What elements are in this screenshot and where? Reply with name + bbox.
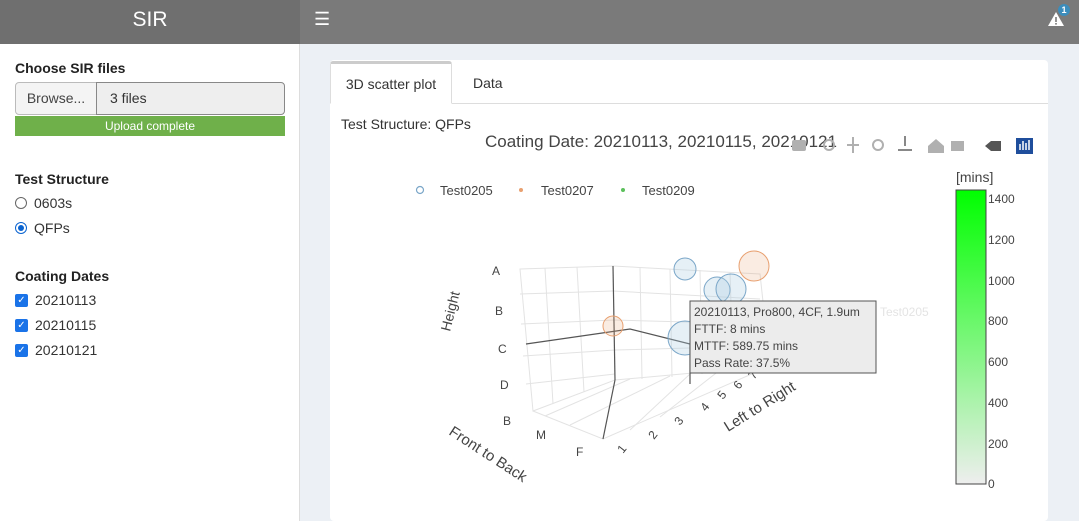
tab-data[interactable]: Data bbox=[473, 61, 503, 104]
checkbox-date-20210121[interactable]: ✓ 20210121 bbox=[15, 342, 97, 358]
colorbar-title: [mins] bbox=[956, 169, 993, 185]
pan-icon[interactable] bbox=[847, 137, 859, 153]
colorbar-tick: 400 bbox=[988, 396, 1008, 410]
radio-button[interactable] bbox=[15, 197, 27, 209]
legend: Test0205 Test0207 Test0209 bbox=[415, 183, 695, 198]
checkbox-label: 20210121 bbox=[35, 342, 98, 358]
hover-label-icon[interactable] bbox=[985, 141, 1001, 151]
sidebar-toggle-icon[interactable]: ☰ bbox=[314, 9, 330, 30]
legend-marker[interactable] bbox=[519, 188, 523, 192]
plot-title: Coating Date: 20210113, 20210115, 202101… bbox=[485, 134, 837, 151]
radio-button[interactable] bbox=[15, 222, 27, 234]
height-axis-title: Height bbox=[437, 289, 462, 332]
sidebar: Choose SIR files Browse... 3 files Uploa… bbox=[0, 44, 300, 521]
front-back-axis-title: Front to Back bbox=[446, 423, 530, 486]
orbit-icon[interactable] bbox=[872, 139, 884, 151]
files-label: Choose SIR files bbox=[15, 60, 126, 76]
tooltip-line: 20210113, Pro800, 4CF, 1.9um bbox=[694, 305, 860, 319]
height-tick: C bbox=[498, 342, 507, 356]
radio-option-0603s[interactable]: 0603s bbox=[15, 195, 72, 211]
tooltip-line: Pass Rate: 37.5% bbox=[694, 356, 790, 370]
top-navbar: ☰ 1 bbox=[300, 0, 1079, 44]
legend-marker[interactable] bbox=[621, 188, 625, 192]
radio-option-qfps[interactable]: QFPs bbox=[15, 220, 70, 236]
colorbar-tick: 800 bbox=[988, 314, 1008, 328]
colorbar: [mins] 1400 1200 1000 800 600 400 200 0 bbox=[955, 169, 1015, 491]
tooltip-series-name: Test0205 bbox=[880, 305, 929, 319]
upload-progress-bar: Upload complete bbox=[15, 116, 285, 136]
colorbar-tick: 600 bbox=[988, 355, 1008, 369]
test-structure-label: Test Structure bbox=[15, 171, 109, 187]
file-name-field[interactable]: 3 files bbox=[96, 82, 285, 115]
legend-label[interactable]: Test0209 bbox=[642, 183, 695, 198]
checkbox-date-20210115[interactable]: ✓ 20210115 bbox=[15, 317, 96, 333]
checkbox-label: 20210113 bbox=[35, 292, 97, 308]
alert-count-badge: 1 bbox=[1058, 4, 1070, 16]
plot-caption: Test Structure: QFPs bbox=[341, 116, 471, 132]
left-right-tick: 4 bbox=[697, 400, 712, 414]
legend-marker[interactable] bbox=[415, 185, 425, 195]
scatter-3d-plot[interactable]: Coating Date: 20210113, 20210115, 202101… bbox=[340, 134, 1037, 521]
plotly-logo-icon[interactable] bbox=[1016, 138, 1033, 154]
scatter-point[interactable] bbox=[715, 273, 747, 305]
front-back-tick: F bbox=[576, 445, 583, 459]
colorbar-tick: 1400 bbox=[988, 192, 1015, 206]
checkbox-label: 20210115 bbox=[35, 317, 97, 333]
colorbar-tick: 1000 bbox=[988, 274, 1015, 288]
legend-label[interactable]: Test0205 bbox=[440, 183, 493, 198]
front-back-tick: B bbox=[503, 414, 511, 428]
height-tick: A bbox=[492, 264, 500, 278]
colorbar-tick: 200 bbox=[988, 437, 1008, 451]
home-icon[interactable] bbox=[928, 139, 944, 153]
app-logo: SIR bbox=[0, 0, 300, 44]
coating-dates-label: Coating Dates bbox=[15, 268, 110, 284]
radio-label: QFPs bbox=[34, 220, 70, 236]
turntable-icon[interactable] bbox=[898, 136, 912, 151]
left-right-tick: 1 bbox=[614, 442, 629, 456]
tooltip-line: MTTF: 589.75 mins bbox=[694, 339, 798, 353]
checkbox-checked-icon[interactable]: ✓ bbox=[15, 318, 28, 332]
colorbar-tick: 1200 bbox=[988, 233, 1015, 247]
checkbox-checked-icon[interactable]: ✓ bbox=[15, 343, 28, 357]
height-tick: B bbox=[495, 304, 503, 318]
scatter-point[interactable] bbox=[738, 250, 770, 282]
tooltip-line: FTTF: 8 mins bbox=[694, 322, 765, 336]
camera-view-icon[interactable] bbox=[951, 141, 964, 151]
front-back-tick: M bbox=[536, 428, 546, 442]
left-right-tick: 3 bbox=[671, 414, 686, 428]
camera-icon[interactable] bbox=[792, 140, 806, 151]
front-back-axis: B M F Front to Back bbox=[446, 414, 584, 486]
browse-button[interactable]: Browse... bbox=[15, 82, 97, 115]
scatter-point[interactable] bbox=[602, 315, 624, 337]
hover-tooltip: 20210113, Pro800, 4CF, 1.9um FTTF: 8 min… bbox=[689, 300, 929, 374]
height-axis: A B C D Height bbox=[437, 264, 509, 392]
height-tick: D bbox=[500, 378, 509, 392]
checkbox-date-20210113[interactable]: ✓ 20210113 bbox=[15, 292, 96, 308]
scatter-point[interactable] bbox=[673, 257, 697, 281]
legend-label[interactable]: Test0207 bbox=[541, 183, 594, 198]
checkbox-checked-icon[interactable]: ✓ bbox=[15, 293, 28, 307]
radio-label: 0603s bbox=[34, 195, 73, 211]
left-right-tick: 5 bbox=[714, 388, 729, 402]
left-right-tick: 2 bbox=[645, 428, 660, 442]
colorbar-tick: 0 bbox=[988, 477, 995, 491]
tab-3d-scatter-plot[interactable]: 3D scatter plot bbox=[330, 61, 452, 104]
